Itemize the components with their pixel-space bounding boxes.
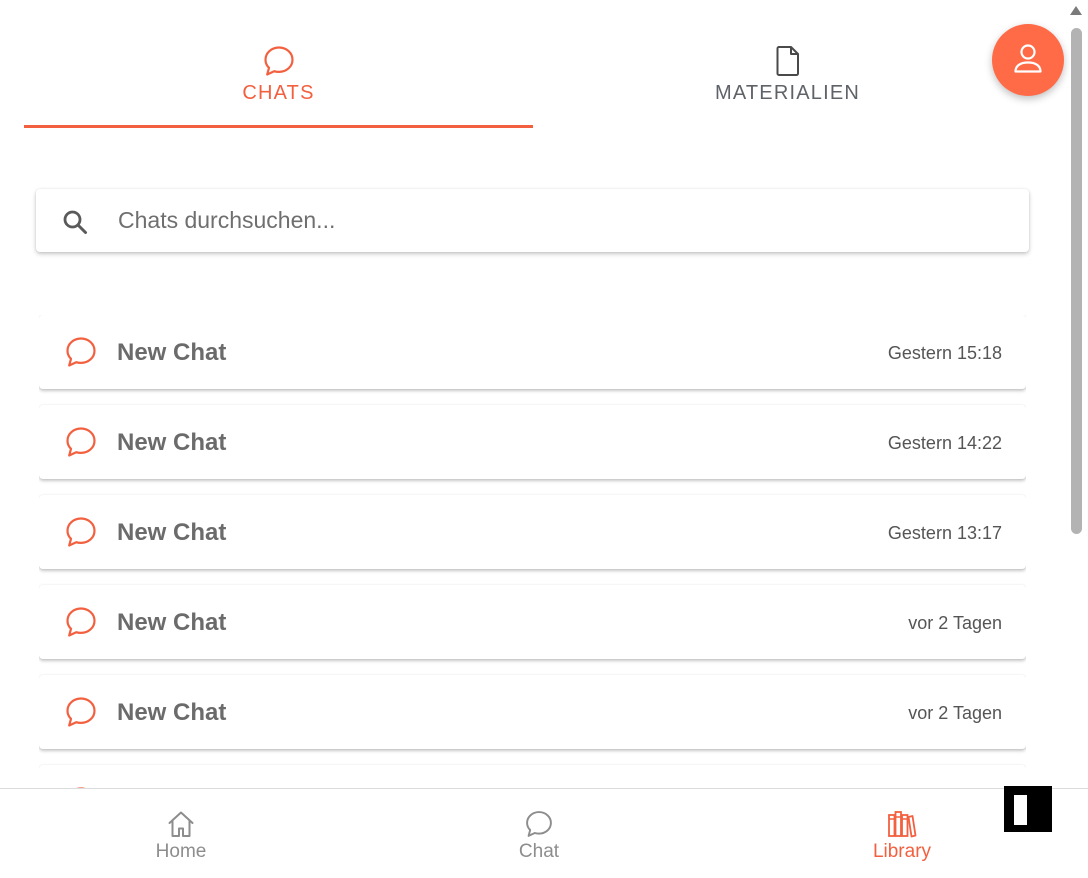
nav-home-label: Home: [155, 841, 207, 862]
chat-list: New Chat Gestern 15:18 New Chat Gestern …: [39, 315, 1026, 788]
chat-timestamp: Gestern 13:17: [887, 523, 1002, 543]
tab-materials[interactable]: MATERIALIEN: [533, 0, 1042, 130]
chat-bubble-icon: [64, 425, 98, 459]
chat-title: New Chat: [117, 339, 227, 366]
floating-widget-button[interactable]: [1004, 776, 1052, 842]
tab-chats-label: CHATS: [242, 82, 315, 104]
user-icon: [1011, 41, 1045, 80]
chat-list-item[interactable]: New Chat vor 2 Tagen: [39, 585, 1026, 659]
nav-chat[interactable]: Chat: [439, 789, 639, 878]
nav-chat-label: Chat: [518, 841, 560, 862]
bottom-navigation: Home Chat Library: [0, 788, 1088, 878]
chat-bubble-icon: [64, 605, 98, 639]
search-input[interactable]: [118, 189, 998, 252]
chat-bubble-icon: [64, 695, 98, 729]
library-books-icon: [887, 809, 917, 839]
chat-title: New Chat: [117, 609, 227, 636]
chat-bubble-icon: [524, 809, 554, 839]
widget-background: [1004, 786, 1052, 832]
tab-materials-label: MATERIALIEN: [714, 82, 861, 104]
chat-list-item[interactable]: New Chat Gestern 15:18: [39, 315, 1026, 389]
chat-bubble-icon: [262, 44, 296, 78]
chat-list-item[interactable]: New Chat vor 2 Tagen: [39, 675, 1026, 749]
nav-library[interactable]: Library: [802, 789, 1002, 878]
scrollbar-thumb[interactable]: [1071, 28, 1082, 534]
chat-title: New Chat: [117, 519, 227, 546]
search-icon: [61, 208, 89, 236]
chat-list-item[interactable]: New Chat Gestern 14:22: [39, 405, 1026, 479]
tab-bar: CHATS MATERIALIEN: [24, 0, 1042, 130]
chat-timestamp: Gestern 14:22: [887, 433, 1002, 453]
chat-timestamp: vor 2 Tagen: [908, 703, 1002, 723]
document-icon: [771, 44, 805, 78]
tab-chats[interactable]: CHATS: [24, 0, 533, 130]
widget-bar-icon: [1014, 795, 1027, 825]
chat-list-item[interactable]: [39, 765, 1026, 788]
chat-timestamp: vor 2 Tagen: [908, 613, 1002, 633]
chat-title: New Chat: [117, 429, 227, 456]
profile-button[interactable]: [992, 24, 1064, 96]
active-tab-indicator: [24, 125, 533, 128]
chat-timestamp: Gestern 15:18: [887, 343, 1002, 363]
chat-list-item[interactable]: New Chat Gestern 13:17: [39, 495, 1026, 569]
nav-library-label: Library: [872, 841, 932, 862]
chat-title: New Chat: [117, 699, 227, 726]
home-icon: [166, 809, 196, 839]
chat-bubble-icon: [64, 515, 98, 549]
nav-home[interactable]: Home: [81, 789, 281, 878]
chat-bubble-icon: [64, 335, 98, 369]
app-root: CHATS MATERIALIEN Chats durchsuchen... N…: [0, 0, 1088, 878]
scroll-up-arrow[interactable]: [1070, 6, 1082, 15]
search-box: [36, 189, 1029, 252]
